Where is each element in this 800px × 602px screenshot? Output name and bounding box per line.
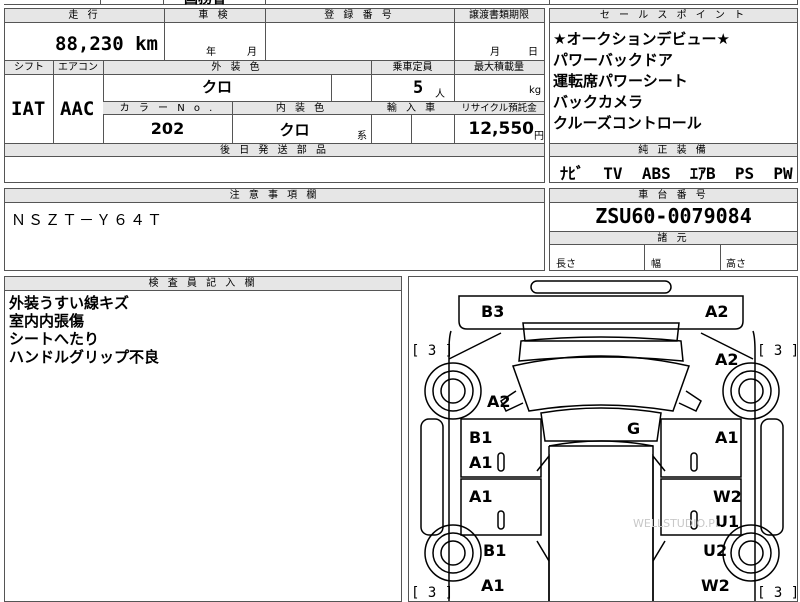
mark-a2-front-right: A2 [705, 302, 729, 321]
selling-points-label: セ ー ル ス ポ イ ン ト [550, 9, 797, 23]
spec-length: 長さ [556, 259, 576, 270]
capacity-value: 5 [413, 78, 424, 98]
selling-point-item: 運転席パワーシート [553, 72, 688, 90]
notes-panel: 注 意 事 項 欄 ＮＳＺＴ－Ｙ６４Ｔ [4, 188, 545, 271]
selling-points-list: ★オークションデビュー★ パワーバックドア 運転席パワーシート バックカメラ ク… [553, 29, 730, 134]
deadline-month: 月 [490, 47, 500, 58]
vehicle-info-table: 走 行 車 検 登 録 番 号 譲渡書類期限 88,230 km 年 月 月 日… [4, 8, 545, 183]
mileage-value: 88,230 [55, 33, 124, 55]
inspection-label: 車 検 [164, 9, 265, 23]
ac-label: エアコン [53, 61, 103, 75]
chassis-value: ZSU60-0079084 [595, 204, 752, 228]
inspector-note: シートへたり [9, 330, 100, 348]
mark-w2-right-rear-quarter: W2 [701, 576, 730, 595]
mileage-field: 88,230 km [5, 32, 164, 56]
recycle-value: 12,550 [468, 119, 534, 139]
tread-front-right: [ 3 ] [757, 343, 797, 359]
interior-color-suffix: 系 [357, 131, 367, 142]
transfer-deadline-label: 譲渡書類期限 [454, 9, 544, 23]
chassis-panel: 車 台 番 号 ZSU60-0079084 諸 元 長さ 幅 高さ [549, 188, 798, 271]
color-no-label: カ ラ ー N o . [103, 101, 232, 115]
car-damage-diagram: B3 A2 A2 A2 B1 A1 G A1 A1 W2 U1 B1 U2 A1… [408, 276, 798, 602]
equipment-label: 純 正 装 備 [550, 143, 797, 157]
inspection-year: 年 [206, 47, 216, 58]
later-parts-label: 後 日 発 送 部 品 [5, 143, 544, 157]
spec-height: 高さ [726, 259, 746, 270]
max-load-unit: kg [529, 85, 542, 96]
color-no-value: 202 [150, 119, 185, 138]
capacity-unit: 人 [435, 89, 445, 100]
inspector-panel: 検 査 員 記 入 欄 外装うすい線キズ 室内内張傷 シートへたり ハンドルグリ… [4, 276, 402, 602]
registration-label: 登 録 番 号 [265, 9, 454, 23]
equipment-abs: ABS [641, 164, 671, 183]
selling-point-item: ★オークションデビュー★ [553, 30, 730, 48]
recycle-label: リサイクル預託金 [454, 101, 544, 115]
equipment-pw: PW [773, 164, 793, 183]
equipment-ps: PS [734, 164, 755, 183]
chassis-label: 車 台 番 号 [550, 189, 797, 203]
tread-rear-left: [ 3 ] [411, 585, 453, 601]
inspection-month: 月 [247, 47, 257, 58]
mark-a1-left-front-door: A1 [469, 453, 493, 472]
notes-label: 注 意 事 項 欄 [5, 189, 544, 203]
mark-a1-right-front-door: A1 [715, 428, 739, 447]
equipment-tv: TV [603, 164, 623, 183]
spec-width: 幅 [651, 259, 661, 270]
shift-label: シフト [5, 61, 53, 75]
exterior-color-value: クロ [201, 78, 232, 96]
damage-marks: B3 A2 A2 A2 B1 A1 G A1 A1 W2 U1 B1 U2 A1… [469, 302, 742, 595]
interior-color-label: 内 装 色 [232, 101, 371, 115]
import-label: 輸 入 車 [371, 101, 454, 115]
inspector-note: ハンドルグリップ不良 [9, 348, 160, 366]
inspector-notes-list: 外装うすい線キズ 室内内張傷 シートへたり ハンドルグリップ不良 [9, 294, 159, 366]
mark-g-windshield: G [627, 419, 640, 438]
mark-a1-left-rear-door: A1 [469, 487, 493, 506]
deadline-day: 日 [528, 47, 538, 58]
selling-points-panel: セ ー ル ス ポ イ ン ト ★オークションデビュー★ パワーバックドア 運転… [549, 8, 798, 183]
exterior-color-label: 外 装 色 [103, 61, 371, 75]
mark-u2-right: U2 [703, 541, 727, 560]
watermark: WELLSTUDIO.PL [633, 517, 722, 530]
top-partial-row: 国務省 [4, 0, 549, 8]
mark-a1-left-rear-quarter: A1 [481, 576, 505, 595]
max-load-label: 最大積載量 [454, 61, 544, 75]
tread-depths: [ 3 ] [ 3 ] [ 3 ] [ 3 ] [411, 343, 797, 601]
notes-value: ＮＳＺＴ－Ｙ６４Ｔ [11, 211, 165, 229]
mark-a2-right-fender: A2 [715, 350, 739, 369]
specs-label: 諸 元 [550, 231, 797, 245]
mark-b1-left-front-door: B1 [469, 428, 492, 447]
top-partial-text: 国務省 [184, 0, 226, 8]
interior-color-value: クロ [279, 121, 310, 139]
selling-point-item: パワーバックドア [553, 51, 673, 69]
capacity-label: 乗車定員 [371, 61, 454, 75]
tread-front-left: [ 3 ] [411, 343, 453, 359]
selling-point-item: クルーズコントロール [553, 114, 702, 132]
mark-w2-right-rear-door: W2 [713, 487, 742, 506]
ac-value: AAC [60, 98, 95, 120]
mileage-label: 走 行 [5, 9, 164, 23]
equipment-airbag: ｴｱB [689, 164, 716, 183]
inspector-label: 検 査 員 記 入 欄 [5, 277, 401, 291]
inspector-note: 室内内張傷 [9, 312, 85, 330]
selling-point-item: バックカメラ [553, 93, 644, 111]
tread-rear-right: [ 3 ] [757, 585, 797, 601]
mileage-unit: km [135, 33, 158, 55]
equipment-nav: ﾅﾋﾞ [560, 164, 585, 183]
equipment-list: ﾅﾋﾞ TV ABS ｴｱB PS PW [560, 160, 793, 184]
recycle-unit: 円 [534, 131, 544, 142]
mark-b1-left-rear: B1 [483, 541, 506, 560]
mark-a2-left: A2 [487, 392, 511, 411]
inspector-note: 外装うすい線キズ [9, 294, 130, 312]
shift-value: IAT [11, 98, 46, 120]
mark-b3: B3 [481, 302, 504, 321]
